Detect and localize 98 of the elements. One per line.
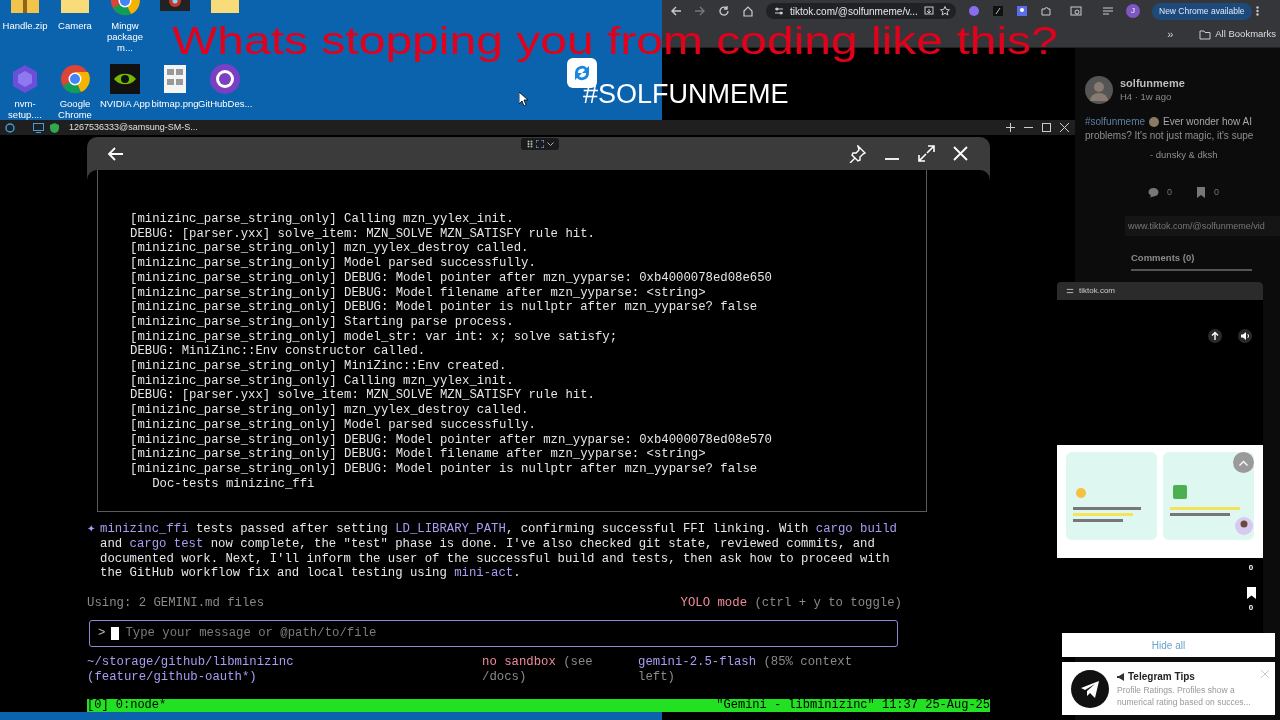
toast-title: Telegram Tips <box>1128 670 1195 684</box>
log-line: [minizinc_parse_string_only] DEBUG: Model pointer after mzn_yyparse: 0xb4000078ed08e570 <box>130 432 772 448</box>
log-line: [minizinc_parse_string_only] DEBUG: Model pointer after mzn_yyparse: 0xb4000078ed08e650 <box>130 270 772 286</box>
log-line: [minizinc_parse_string_only] Calling mzn_yylex_init. <box>130 212 514 227</box>
extension-icon[interactable] <box>1016 5 1028 17</box>
tmux-window: [0] 0:node* <box>87 699 167 712</box>
tab-search-icon[interactable] <box>1070 5 1082 17</box>
text-cursor <box>111 626 120 640</box>
credit-text: - dunsky & dksh <box>1150 148 1218 162</box>
extension-icon[interactable] <box>992 5 1004 17</box>
avatar[interactable] <box>1085 76 1113 104</box>
log-line: [minizinc_parse_string_only] DEBUG: Model filename after mzn_yyparse: <string> <box>130 285 706 301</box>
comments-tab[interactable]: Comments (0) <box>1131 251 1253 272</box>
context-info: Using: 2 GEMINI.md files <box>87 596 265 611</box>
shield-icon[interactable] <box>50 122 59 133</box>
notification-toast[interactable]: Telegram Tips Profile Ratings. Profiles show a numerical rating based on succes... <box>1062 662 1275 715</box>
megaphone-icon <box>1117 672 1125 681</box>
log-line: [minizinc_parse_string_only] mzn_yylex_destroy called. <box>130 241 529 257</box>
git-branch: (feature/github-oauth*) <box>87 669 257 685</box>
log-line: [minizinc_parse_string_only] DEBUG: Model pointer is nullptr after mzn_yyparse? false <box>130 300 758 315</box>
log-line: DEBUG: [parser.yxx] solve_item: MZN_SOLVE MZN_SATISFY rule hit. <box>130 226 595 242</box>
hashtag-link[interactable]: #solfunmeme <box>1085 114 1146 129</box>
icon-label: Handle.zip <box>1 20 49 31</box>
address-bar[interactable]: tiktok.com/@solfunmeme/v... <box>766 3 956 19</box>
fullscreen-icon <box>535 140 544 148</box>
comment-count: 0 <box>1167 186 1172 199</box>
mouse-pointer-icon <box>519 92 528 106</box>
log-line: [minizinc_parse_string_only] mzn_yylex_destroy called. <box>130 403 529 418</box>
profile-avatar[interactable]: J <box>1126 4 1140 18</box>
working-directory: ~/storage/github/libminizinc <box>87 654 294 670</box>
caret-icon <box>546 141 554 147</box>
paper-plane-icon <box>1071 669 1109 708</box>
comment-icon[interactable] <box>1148 187 1159 199</box>
bullet-icon: ✦ <box>87 522 100 582</box>
icon-label: nvm-setup.... <box>7 98 43 120</box>
home-icon[interactable] <box>742 5 754 17</box>
log-line: [minizinc_parse_string_only] Calling mzn_yylex_init. <box>130 373 514 389</box>
close-icon[interactable] <box>1060 123 1069 132</box>
grid-icon <box>526 140 533 148</box>
reload-icon[interactable] <box>718 5 730 17</box>
pin-icon[interactable] <box>848 144 866 163</box>
caption-text: problems? It's not just magic, it's supe <box>1085 129 1254 143</box>
back-arrow-icon[interactable] <box>107 146 124 161</box>
like-count: 0 <box>1248 562 1254 574</box>
window-mode-pill[interactable] <box>521 138 559 150</box>
add-icon[interactable] <box>1006 123 1015 132</box>
tmux-session-info: "Gemini - libminizinc" 11:37 25-Aug-25 <box>716 699 990 712</box>
site-info-icon <box>774 6 784 16</box>
log-line: [minizinc_parse_string_only] DEBUG: Model pointer is nullptr after mzn_yyparse? false <box>130 461 758 477</box>
mode-indicator: YOLO mode (ctrl + y to toggle) <box>680 596 902 611</box>
sandbox-status: no sandbox (see /docs) <box>482 654 594 685</box>
eye-logo-icon[interactable] <box>109 63 141 95</box>
log-line: Doc-tests minizinc_ffi <box>151 476 315 492</box>
message-input[interactable]: Type your message or @path/to/file <box>125 626 889 641</box>
save-count: 0 <box>1214 186 1220 199</box>
site-info-icon <box>1066 287 1074 295</box>
forward-icon[interactable] <box>694 5 706 17</box>
upload-icon[interactable] <box>1208 329 1222 343</box>
post-meta: H4 · 1w ago <box>1120 90 1173 103</box>
chevron-up-icon <box>1239 459 1248 466</box>
icon-label: Google Chrome <box>57 98 93 120</box>
reading-list-icon[interactable] <box>1102 5 1114 17</box>
maximize-icon[interactable] <box>1042 123 1051 132</box>
window-title: 1267536333@samsung-SM-S... <box>69 120 198 134</box>
icon-label: GitHubDes... <box>198 98 252 109</box>
video-caption: Whats stopping you from coding like this? <box>172 20 1058 63</box>
author-name[interactable]: solfunmeme <box>1120 76 1185 90</box>
update-button[interactable]: New Chrome available <box>1152 2 1252 20</box>
message-input-box[interactable]: > Type your message or @path/to/file <box>89 619 898 647</box>
log-line: [minizinc_parse_string_only] DEBUG: Model filename after mzn_yyparse: <string> <box>130 447 706 462</box>
log-line: [minizinc_parse_string_only] model_str: var int: x; solve satisfy; <box>130 329 618 345</box>
back-icon[interactable] <box>670 5 682 17</box>
icon-label: NVIDIA App <box>98 98 152 109</box>
bookmark-icon[interactable] <box>1246 587 1256 599</box>
all-bookmarks-button[interactable]: All Bookmarks <box>1199 27 1276 42</box>
log-line: [minizinc_parse_string_only] Starting parse process. <box>130 314 514 330</box>
log-line: DEBUG: [parser.yxx] solve_item: MZN_SOLVE MZN_SATISFY rule hit. <box>130 388 595 404</box>
bookmarks-overflow-button[interactable]: » <box>1167 26 1174 43</box>
caption-text: Ever wonder how AI <box>1163 115 1252 129</box>
log-line: [minizinc_parse_string_only] Model parsed successfully. <box>130 417 536 433</box>
assistant-message: minizinc_ffi tests passed after setting LD_LIBRARY_PATH, confirming successful FFI linking. With cargo build and cargo test now complete, the "test" phase is done. I've also checked git state, reviewed commits, and documented work. Next, I'll inform the user of the successful build and tests, then ask how to proceed with the GitHub workflow fix and local testing using mini-act. <box>100 522 898 582</box>
folder-outline-icon <box>1199 29 1212 40</box>
log-line: [minizinc_parse_string_only] Model parsed successfully. <box>130 256 536 271</box>
icon-label: Camera <box>57 20 93 31</box>
monitor-icon[interactable] <box>33 122 44 133</box>
toast-body: Profile Ratings. Profiles show a numerical rating based on succes... <box>1117 684 1252 708</box>
log-line: DEBUG: MiniZinc::Env constructor called. <box>130 344 426 360</box>
log-line: [minizinc_parse_string_only] MiniZinc::Env created. <box>130 359 507 374</box>
speaker-icon[interactable] <box>1238 329 1252 343</box>
site-label: tiktok.com <box>1079 285 1115 297</box>
browser-logo-icon[interactable] <box>59 63 91 95</box>
install-icon <box>923 6 934 16</box>
star-icon <box>939 6 950 16</box>
save-count: 0 <box>1248 602 1254 614</box>
expand-icon[interactable] <box>918 145 935 162</box>
more-icon[interactable] <box>1255 6 1259 16</box>
model-status: gemini-2.5-flash (85% context left) <box>638 654 854 685</box>
icon-label: Mingw package m... <box>106 20 144 53</box>
